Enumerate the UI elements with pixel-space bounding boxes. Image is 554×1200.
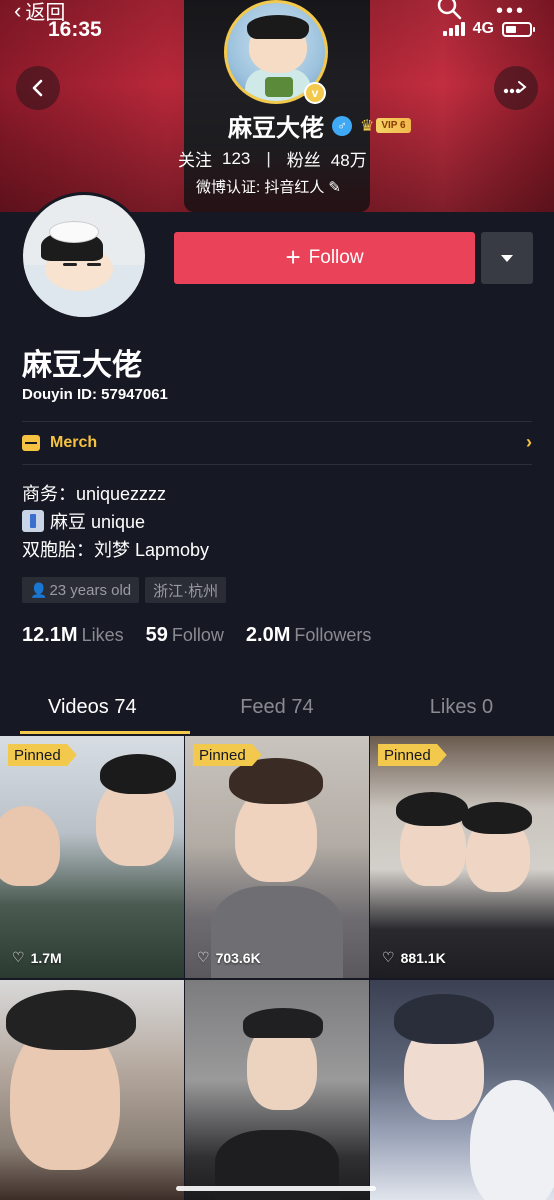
male-gender-icon: ♂ [332,115,352,136]
tab-likes[interactable]: Likes 0 [369,690,554,734]
profile-avatar[interactable] [20,192,148,320]
merch-label: Merch [50,434,98,451]
recommend-dropdown-button[interactable] [481,232,533,284]
follow-button[interactable]: + Follow [174,232,475,284]
more-options-icon[interactable]: ••• [496,0,526,23]
content-tabs: Videos 74 Feed 74 Likes 0 [0,690,554,734]
location-tag: 浙江·杭州 [145,577,227,603]
following-label: 关注 [178,151,212,170]
video-thumbnail[interactable] [370,980,554,1200]
profile-stats: 12.1M Likes 59 Follow 2.0M Followers [22,624,371,647]
stat-follow[interactable]: 59 Follow [146,624,224,647]
weibo-verification: 微博认证: 抖音红人 ✎ [196,178,341,197]
video-likes: ♡ 703.6K [197,949,261,966]
bio: 商务：uniquezzzz 麻豆 unique 双胞胎：刘梦 Lapmoby [22,480,209,564]
share-button[interactable] [494,66,538,110]
tab-feed[interactable]: Feed 74 [185,690,370,734]
fans-count: 48万 [330,151,367,170]
tab-videos[interactable]: Videos 74 [0,690,190,734]
douyin-id[interactable]: Douyin ID: 57947061 [22,386,168,403]
stats-separator: | [266,148,271,168]
plus-icon: + [285,242,301,272]
profile-tags: 👤 23 years old 浙江·杭州 [22,577,227,603]
bio-line: 麻豆 unique [22,508,209,536]
video-likes: ♡ 1.7M [12,949,62,966]
pencil-icon: ✎ [328,178,341,196]
video-thumbnail[interactable]: Pinned ♡ 703.6K [185,736,369,978]
verified-badge-icon: v [304,82,326,104]
merch-icon [22,435,40,451]
stat-followers[interactable]: 2.0M Followers [246,624,372,647]
signal-icon [442,22,465,36]
vip-badge: ♛ VIP 6 [360,116,411,136]
video-grid: Pinned ♡ 1.7M Pinned ♡ 703.6K Pinned ♡ 881.… [0,736,554,1200]
video-likes: ♡ 881.1K [382,949,446,966]
chevron-left-icon: ‹ [14,0,22,23]
chevron-right-icon: › [526,432,532,452]
search-icon[interactable] [436,0,462,20]
video-thumbnail[interactable] [0,980,184,1200]
bio-line: 商务：uniquezzzz [22,484,167,504]
stat-likes[interactable]: 12.1M Likes [22,624,124,647]
pinned-badge: Pinned [8,744,77,766]
necktie-icon [22,510,44,532]
bio-line: 双胞胎：刘梦 Lapmoby [22,540,210,560]
fans-label: 粉丝 [286,151,321,170]
home-indicator[interactable] [176,1186,376,1191]
heart-icon: ♡ [382,949,395,965]
banner-stats: 关注 123 | 粉丝 48万 [178,146,367,171]
caret-down-icon [501,254,513,262]
pinned-badge: Pinned [378,744,447,766]
battery-icon [502,21,535,37]
follow-label: Follow [308,247,364,268]
age-tag: 👤 23 years old [22,577,140,603]
crown-icon: ♛ [360,117,375,135]
share-arrows-icon [503,81,527,94]
person-icon: 👤 [30,581,48,598]
profile-name: 麻豆大佬 [22,349,142,382]
video-thumbnail[interactable] [185,980,369,1200]
back-button[interactable] [16,66,60,110]
merch-link[interactable]: Merch › [22,422,532,464]
banner-name-row: 麻豆大佬 ♂ ♛ VIP 6 [228,108,411,143]
arrow-left-icon [32,79,43,97]
banner-name: 麻豆大佬 [228,115,324,142]
status-time: 16:35 [48,18,102,41]
heart-icon: ♡ [197,949,210,965]
heart-icon: ♡ [12,949,25,965]
divider [22,464,532,465]
pinned-badge: Pinned [193,744,262,766]
video-thumbnail[interactable]: Pinned ♡ 1.7M [0,736,184,978]
video-thumbnail[interactable]: Pinned ♡ 881.1K [370,736,554,978]
network-type: 4G [472,20,494,37]
following-count: 123 [222,148,251,168]
vip-level: VIP 6 [376,118,411,133]
